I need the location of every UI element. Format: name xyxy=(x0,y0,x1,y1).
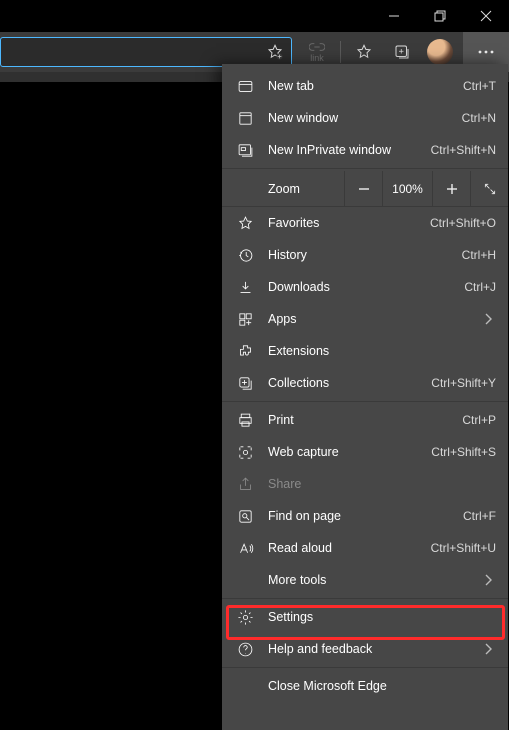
menu-item-label: New tab xyxy=(268,79,463,93)
menu-item-shortcut: Ctrl+Shift+Y xyxy=(431,376,496,390)
extensions-icon xyxy=(222,343,268,360)
menu-item-shortcut: Ctrl+J xyxy=(464,280,496,294)
star-icon xyxy=(222,215,268,232)
ellipsis-icon xyxy=(478,50,494,54)
menu-item-new-window[interactable]: New window Ctrl+N xyxy=(222,102,508,134)
menu-item-new-tab[interactable]: New tab Ctrl+T xyxy=(222,70,508,102)
menu-item-label: Settings xyxy=(268,610,496,624)
new-tab-icon xyxy=(222,78,268,95)
chevron-right-icon xyxy=(480,313,496,325)
history-icon xyxy=(222,247,268,264)
menu-item-shortcut: Ctrl+P xyxy=(462,413,496,427)
menu-item-collections[interactable]: Collections Ctrl+Shift+Y xyxy=(222,367,508,399)
menu-item-shortcut: Ctrl+Shift+O xyxy=(430,216,496,230)
profile-avatar[interactable] xyxy=(427,39,453,65)
apps-icon xyxy=(222,311,268,328)
menu-item-readaloud[interactable]: Read aloud Ctrl+Shift+U xyxy=(222,532,508,564)
menu-item-label: Collections xyxy=(268,376,431,390)
fullscreen-icon xyxy=(483,182,497,196)
minus-icon xyxy=(358,183,370,195)
menu-item-webcapture[interactable]: Web capture Ctrl+Shift+S xyxy=(222,436,508,468)
download-icon xyxy=(222,279,268,296)
menu-item-shortcut: Ctrl+Shift+N xyxy=(431,143,496,157)
menu-item-label: Favorites xyxy=(268,216,430,230)
help-icon xyxy=(222,641,268,658)
menu-item-label: More tools xyxy=(268,573,480,587)
menu-item-label: Apps xyxy=(268,312,480,326)
new-window-icon xyxy=(222,110,268,127)
menu-item-close-edge[interactable]: Close Microsoft Edge xyxy=(222,670,508,702)
menu-item-label: Downloads xyxy=(268,280,464,294)
share-icon xyxy=(222,476,268,493)
zoom-out-button[interactable] xyxy=(344,171,382,206)
menu-item-settings[interactable]: Settings xyxy=(222,601,508,633)
find-icon xyxy=(222,508,268,525)
menu-item-label: Extensions xyxy=(268,344,496,358)
window-titlebar xyxy=(0,0,509,32)
settings-and-more-menu: New tab Ctrl+T New window Ctrl+N New InP… xyxy=(222,64,508,730)
toolbar-separator xyxy=(340,41,341,63)
menu-item-label: Web capture xyxy=(268,445,431,459)
menu-item-label: Help and feedback xyxy=(268,642,480,656)
star-plus-icon xyxy=(266,43,284,61)
address-bar[interactable] xyxy=(0,37,292,67)
zoom-label: Zoom xyxy=(222,171,344,206)
collections-icon xyxy=(222,375,268,392)
menu-item-print[interactable]: Print Ctrl+P xyxy=(222,404,508,436)
menu-item-label: Print xyxy=(268,413,462,427)
zoom-in-button[interactable] xyxy=(432,171,470,206)
menu-item-label: New InPrivate window xyxy=(268,143,431,157)
gear-icon xyxy=(222,609,268,626)
favorite-star-button[interactable] xyxy=(259,38,291,66)
menu-item-downloads[interactable]: Downloads Ctrl+J xyxy=(222,271,508,303)
menu-item-share: Share xyxy=(222,468,508,500)
restore-icon xyxy=(434,10,446,22)
menu-item-label: New window xyxy=(268,111,462,125)
menu-item-help[interactable]: Help and feedback xyxy=(222,633,508,665)
window-restore-button[interactable] xyxy=(417,0,463,32)
menu-item-shortcut: Ctrl+Shift+U xyxy=(431,541,496,555)
menu-item-shortcut: Ctrl+H xyxy=(462,248,496,262)
menu-item-favorites[interactable]: Favorites Ctrl+Shift+O xyxy=(222,207,508,239)
collections-plus-icon xyxy=(393,43,411,61)
web-capture-icon xyxy=(222,444,268,461)
menu-item-moretools[interactable]: More tools xyxy=(222,564,508,596)
fullscreen-button[interactable] xyxy=(470,171,508,206)
menu-item-label: Find on page xyxy=(268,509,463,523)
print-icon xyxy=(222,412,268,429)
close-icon xyxy=(480,10,492,22)
menu-item-extensions[interactable]: Extensions xyxy=(222,335,508,367)
window-minimize-button[interactable] xyxy=(371,0,417,32)
chevron-right-icon xyxy=(480,643,496,655)
menu-item-shortcut: Ctrl+Shift+S xyxy=(431,445,496,459)
menu-item-new-inprivate[interactable]: New InPrivate window Ctrl+Shift+N xyxy=(222,134,508,166)
plus-icon xyxy=(446,183,458,195)
menu-item-history[interactable]: History Ctrl+H xyxy=(222,239,508,271)
menu-item-zoom: Zoom 100% xyxy=(222,171,508,207)
menu-item-label: Read aloud xyxy=(268,541,431,555)
menu-item-label: Close Microsoft Edge xyxy=(268,679,496,693)
zoom-value: 100% xyxy=(382,171,432,206)
link-icon xyxy=(309,42,325,52)
chevron-right-icon xyxy=(480,574,496,586)
minimize-icon xyxy=(388,10,400,22)
menu-item-apps[interactable]: Apps xyxy=(222,303,508,335)
menu-item-label: History xyxy=(268,248,462,262)
window-close-button[interactable] xyxy=(463,0,509,32)
inprivate-icon xyxy=(222,142,268,159)
read-aloud-icon xyxy=(222,540,268,557)
menu-item-shortcut: Ctrl+F xyxy=(463,509,496,523)
star-icon xyxy=(355,43,373,61)
menu-item-label: Share xyxy=(268,477,496,491)
menu-item-shortcut: Ctrl+N xyxy=(462,111,496,125)
menu-item-shortcut: Ctrl+T xyxy=(463,79,496,93)
link-label: link xyxy=(310,53,324,63)
menu-item-find[interactable]: Find on page Ctrl+F xyxy=(222,500,508,532)
